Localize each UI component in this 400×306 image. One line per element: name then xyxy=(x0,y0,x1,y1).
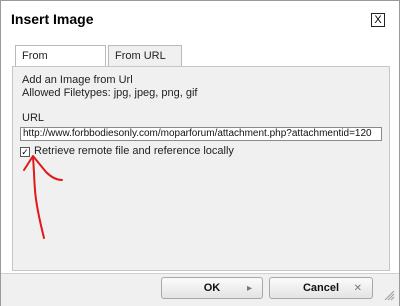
dialog-footer: OK ▸ Cancel ✕ xyxy=(1,273,399,306)
url-label: URL xyxy=(22,112,45,124)
arrow-icon: ▸ xyxy=(246,283,252,294)
insert-image-dialog: Insert Image X From Computer From URL Ad… xyxy=(0,0,400,306)
panel-heading: Add an Image from Url xyxy=(22,74,133,86)
tab-from-url[interactable]: From URL xyxy=(108,45,182,66)
tab-from-computer[interactable]: From Computer xyxy=(15,45,106,82)
from-url-panel: Add an Image from Url Allowed Filetypes:… xyxy=(12,66,390,271)
dialog-title: Insert Image xyxy=(11,11,94,27)
allowed-filetypes: Allowed Filetypes: jpg, jpeg, png, gif xyxy=(22,87,198,99)
close-icon[interactable]: X xyxy=(371,13,385,27)
retrieve-remote-label[interactable]: Retrieve remote file and reference local… xyxy=(34,145,234,157)
cancel-button[interactable]: Cancel ✕ xyxy=(269,277,373,299)
dialog-titlebar[interactable]: Insert Image X xyxy=(1,1,399,37)
ok-button[interactable]: OK ▸ xyxy=(161,277,263,299)
cancel-x-icon: ✕ xyxy=(353,283,362,294)
resize-grip-icon[interactable] xyxy=(383,289,395,301)
url-input-value: http://www.forbbodiesonly.com/moparforum… xyxy=(23,128,372,139)
retrieve-remote-checkbox[interactable]: ✓ xyxy=(20,147,30,157)
checkmark-icon: ✓ xyxy=(21,147,29,157)
url-input[interactable]: http://www.forbbodiesonly.com/moparforum… xyxy=(20,127,382,141)
